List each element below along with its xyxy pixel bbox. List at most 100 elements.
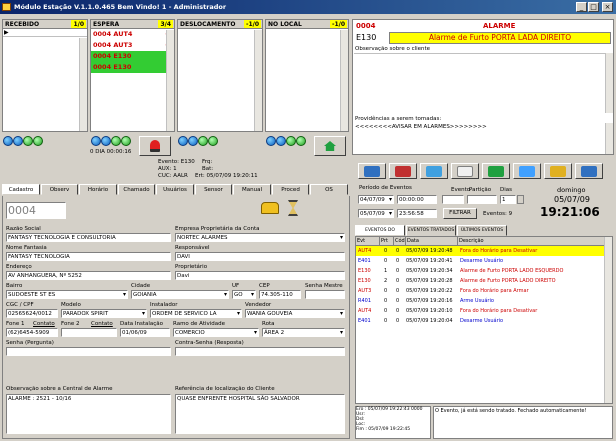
toolbar-button-6[interactable]	[513, 163, 541, 179]
ramo-select[interactable]: COMERCIO	[173, 328, 259, 337]
date-start-select[interactable]: 04/07/09	[358, 195, 394, 204]
scrollbar[interactable]	[166, 30, 174, 131]
right-arrow-icon[interactable]	[188, 136, 198, 146]
senha-mestre-field[interactable]	[305, 290, 345, 299]
tab-eventos-tratados[interactable]: EVENTOS TRATADOS	[406, 225, 456, 236]
list-item[interactable]: 0004 E1301	[91, 51, 174, 62]
table-row[interactable]: AUT4 0 0 05/07/09 19:20:48 Fora do Horário p…	[356, 246, 606, 256]
toolbar-button-2[interactable]	[389, 163, 417, 179]
toolbar-button-7[interactable]	[544, 163, 572, 179]
list-item[interactable]: 0004 AUT30	[91, 40, 174, 51]
tab-ultimos-eventos[interactable]: ÚLTIMOS EVENTOS	[457, 225, 507, 236]
scrollbar[interactable]	[605, 123, 613, 154]
modelo-select[interactable]: PARADOX SPIRIT	[61, 309, 147, 318]
column-header[interactable]: Prt	[380, 237, 394, 246]
dias-stepper[interactable]	[517, 195, 524, 204]
particao-field[interactable]	[467, 195, 497, 204]
queue-nolocal[interactable]: NO LOCAL -1/0	[265, 19, 349, 132]
rota-select[interactable]: ÁREA 2	[262, 328, 345, 337]
list-item[interactable]: 0004 E1302	[91, 62, 174, 73]
date-end-select[interactable]: 05/07/09	[358, 209, 394, 218]
down-arrow-icon[interactable]	[296, 136, 306, 146]
home-button[interactable]	[314, 136, 346, 156]
data-instalacao-field[interactable]: 01/06/09	[120, 328, 170, 337]
up-arrow-icon[interactable]	[111, 136, 121, 146]
list-item[interactable]: 0004 AUT40	[91, 29, 174, 40]
proprietario-field[interactable]: Davi	[175, 271, 345, 280]
toolbar-button-4[interactable]	[451, 163, 479, 179]
scrollbar[interactable]	[340, 30, 348, 131]
tab-observ[interactable]: Observ	[41, 184, 78, 195]
cep-field[interactable]: 74.305-110	[259, 290, 301, 299]
client-code-field[interactable]: 0004	[6, 202, 66, 219]
tab-horario[interactable]: Horário	[79, 184, 117, 195]
close-button[interactable]: ×	[602, 2, 613, 12]
right-arrow-icon[interactable]	[13, 136, 23, 146]
scrollbar[interactable]	[79, 38, 87, 131]
endereco-field[interactable]: AV ANHANGUERA, Nº 5252	[6, 271, 171, 280]
left-arrow-icon[interactable]	[3, 136, 13, 146]
tab-sensor[interactable]: Sensor	[195, 184, 232, 195]
bairro-select[interactable]: SUDOESTE ST ES	[6, 290, 128, 299]
table-row[interactable]: AUT4 0 0 05/07/09 19:20:10 Fora do Horário p…	[356, 306, 606, 316]
table-row[interactable]: E401 0 0 05/07/09 19:20:41 Desarme Usuário	[356, 256, 606, 266]
toolbar-button-5[interactable]	[482, 163, 510, 179]
table-row[interactable]: E401 0 0 05/07/09 19:20:04 Desarme Usuário	[356, 316, 606, 326]
evento-field[interactable]	[442, 195, 464, 204]
fone1-field[interactable]: (62)6454-5909	[6, 328, 58, 337]
right-arrow-icon[interactable]	[276, 136, 286, 146]
tab-chamado[interactable]: Chamado	[118, 184, 155, 195]
contato1-button[interactable]: Contato	[33, 321, 55, 327]
left-arrow-icon[interactable]	[91, 136, 101, 146]
column-header[interactable]: Evt	[356, 237, 380, 246]
up-arrow-icon[interactable]	[286, 136, 296, 146]
dias-field[interactable]: 1	[500, 195, 516, 204]
filtrar-button[interactable]: FILTRAR	[443, 208, 477, 219]
down-arrow-icon[interactable]	[121, 136, 131, 146]
contra-senha-field[interactable]	[175, 347, 345, 356]
time-start-field[interactable]: 00:00:00	[397, 195, 437, 204]
hourglass-icon[interactable]	[288, 200, 298, 216]
left-arrow-icon[interactable]	[178, 136, 188, 146]
queue-recebido[interactable]: RECEBIDO 1/0 ▶	[2, 19, 88, 132]
table-row[interactable]: E130 1 0 05/07/09 19:20:34 Alarme de Furto P…	[356, 266, 606, 276]
obs-central-textarea[interactable]: ALARME : 2521 - 10/16	[6, 394, 171, 434]
scrollbar[interactable]	[604, 237, 612, 403]
toolbar-button-8[interactable]	[575, 163, 603, 179]
queue-espera[interactable]: ESPERA3/4 0004 AUT40 0004 AUT30 0004 E13…	[90, 19, 175, 132]
tab-usuarios[interactable]: Usuários	[156, 184, 194, 195]
tab-os[interactable]: OS	[310, 184, 348, 195]
cgc-cpf-field[interactable]: 02565624/0012	[6, 309, 58, 318]
nome-fantasia-field[interactable]: FANTASY TECNOLOGIA	[6, 252, 171, 261]
contato2-button[interactable]: Contato	[91, 321, 113, 327]
table-row[interactable]: AUT3 0 0 05/07/09 19:20:22 Fora do Horário p…	[356, 286, 606, 296]
phone-icon[interactable]	[261, 202, 279, 214]
cidade-select[interactable]: GOIANIA	[131, 290, 229, 299]
scrollbar[interactable]	[254, 30, 262, 131]
table-row[interactable]: R401 0 0 05/07/09 19:20:16 Arme Usuário	[356, 296, 606, 306]
left-arrow-icon[interactable]	[266, 136, 276, 146]
queue-deslocamento[interactable]: DESLOCAMENTO -1/0	[177, 19, 263, 132]
column-header[interactable]: Descrição	[458, 237, 606, 246]
toolbar-button-1[interactable]	[358, 163, 386, 179]
up-arrow-icon[interactable]	[23, 136, 33, 146]
right-arrow-icon[interactable]	[101, 136, 111, 146]
referencia-textarea[interactable]: QUASE ENFRENTE HOSPITAL SÃO SALVADOR	[175, 394, 345, 434]
down-arrow-icon[interactable]	[208, 136, 218, 146]
uf-select[interactable]: GO	[232, 290, 256, 299]
column-header[interactable]: Data	[406, 237, 458, 246]
column-header[interactable]: Cód	[394, 237, 406, 246]
siren-button[interactable]	[139, 136, 171, 156]
empresa-select[interactable]: NORTEC ALARMES	[175, 233, 345, 242]
providencias-text[interactable]: <<<<<<<<AVISAR EM ALARMES>>>>>>>>	[355, 124, 487, 130]
minimize-button[interactable]: _	[576, 2, 587, 12]
senha-pergunta-field[interactable]	[6, 347, 171, 356]
vendedor-select[interactable]: WANIA GOUVEIA	[245, 309, 345, 318]
obs-cliente-textarea[interactable]	[354, 53, 612, 113]
maximize-button[interactable]: □	[588, 2, 599, 12]
tab-manual[interactable]: Manual	[233, 184, 271, 195]
razao-social-field[interactable]: FANTASY TECNOLOGIA E CONSULTORIA	[6, 233, 171, 242]
fone2-field[interactable]	[61, 328, 117, 337]
tab-proced[interactable]: Proced	[272, 184, 309, 195]
table-row[interactable]: E130 2 0 05/07/09 19:20:28 Alarme de Furto P…	[356, 276, 606, 286]
